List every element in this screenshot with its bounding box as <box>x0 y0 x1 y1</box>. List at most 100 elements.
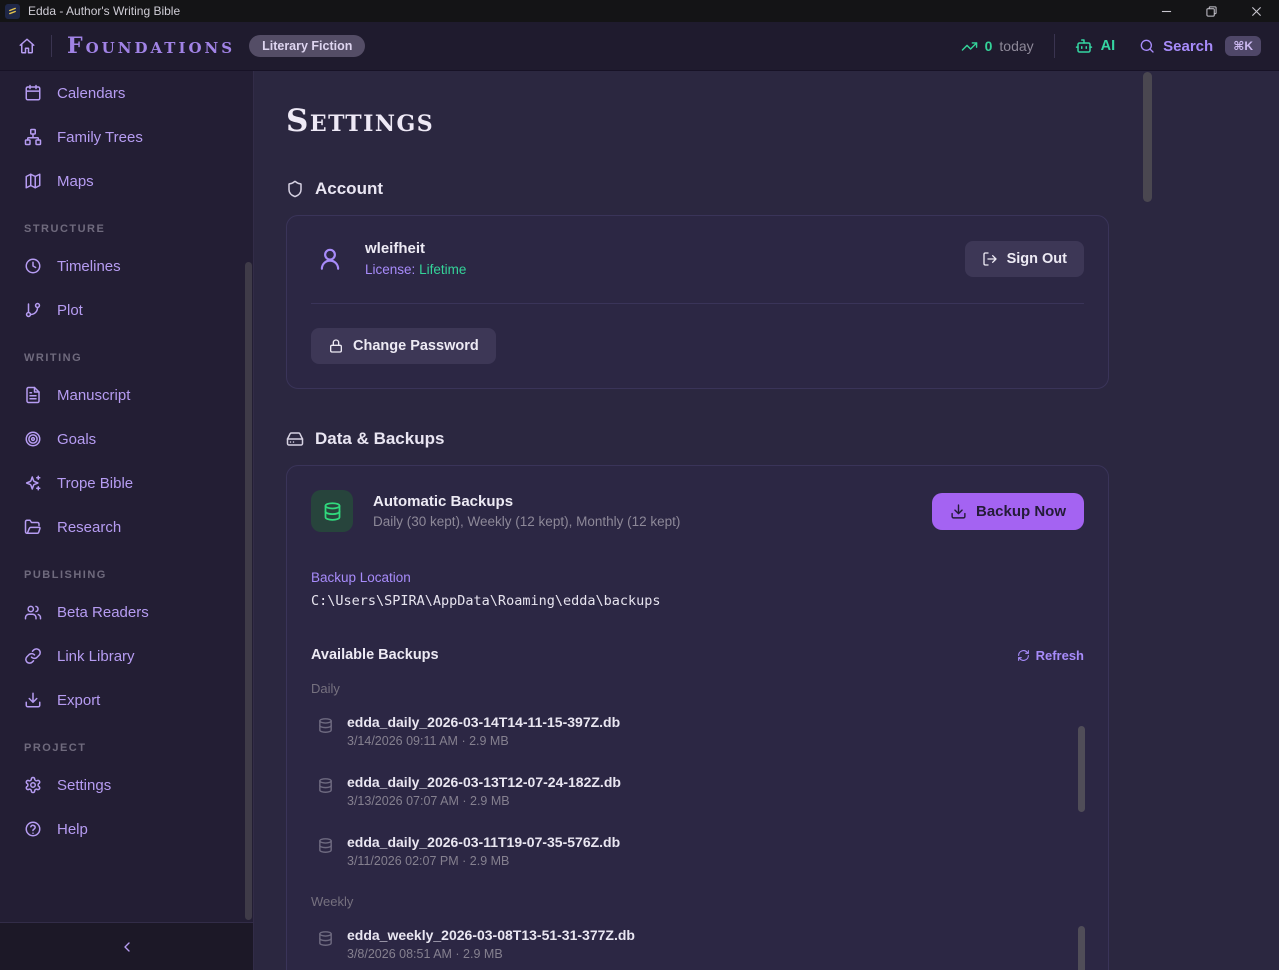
database-icon <box>317 930 334 947</box>
backup-file-meta: 3/14/2026 09:11 AM · 2.9 MB <box>347 734 620 748</box>
change-password-label: Change Password <box>353 338 479 354</box>
backups-card: Automatic Backups Daily (30 kept), Weekl… <box>286 465 1109 970</box>
titlebar: Edda - Author's Writing Bible <box>0 0 1279 22</box>
auto-backups-title: Automatic Backups <box>373 493 680 510</box>
backup-group: Weekly edda_weekly_2026-03-08T13-51-31-3… <box>311 894 1084 969</box>
refresh-label: Refresh <box>1036 648 1084 663</box>
backup-location-path: C:\Users\SPIRA\AppData\Roaming\edda\back… <box>311 593 1084 609</box>
app-header: Foundations Literary Fiction 0 today AI … <box>0 22 1279 71</box>
sidebar-item-research[interactable]: Research <box>10 509 243 545</box>
header-divider <box>51 35 52 57</box>
card-divider <box>311 303 1084 304</box>
sidebar-item-settings[interactable]: Settings <box>10 767 243 803</box>
network-icon <box>24 128 42 146</box>
sidebar-group-label: Writing <box>24 352 253 364</box>
sidebar-group-label: Project <box>24 742 253 754</box>
sidebar-item-help[interactable]: Help <box>10 811 243 847</box>
sidebar-group: Structure Timelines Plot <box>0 223 253 328</box>
backup-file-name: edda_daily_2026-03-14T14-11-15-397Z.db <box>347 714 620 730</box>
backup-group-label: Daily <box>311 681 1084 696</box>
license-line: License: Lifetime <box>365 262 466 277</box>
clock-icon <box>24 257 42 275</box>
project-badge[interactable]: Literary Fiction <box>249 35 365 57</box>
header-divider <box>1054 34 1055 58</box>
backup-item[interactable]: edda_daily_2026-03-13T12-07-24-182Z.db 3… <box>311 772 1084 816</box>
users-icon <box>24 603 42 621</box>
backup-group-label: Weekly <box>311 894 1084 909</box>
backup-group: Daily edda_daily_2026-03-14T14-11-15-397… <box>311 681 1084 876</box>
sidebar-group-label: Structure <box>24 223 253 235</box>
database-icon <box>317 837 334 854</box>
backup-location-label: Backup Location <box>311 570 1084 585</box>
window-title: Edda - Author's Writing Bible <box>28 4 180 18</box>
backup-item[interactable]: edda_daily_2026-03-11T19-07-35-576Z.db 3… <box>311 832 1084 876</box>
search-shortcut-badge: ⌘K <box>1225 36 1261 56</box>
sidebar-item-trope-bible[interactable]: Trope Bible <box>10 465 243 501</box>
sign-out-label: Sign Out <box>1007 251 1067 267</box>
settings-icon <box>24 776 42 794</box>
link-icon <box>24 647 42 665</box>
sidebar-group: Project Settings Help <box>0 742 253 847</box>
main-scrollbar[interactable] <box>1143 72 1152 202</box>
sidebar: Calendars Family Trees Maps Structure Ti… <box>0 71 254 970</box>
username: wleifheit <box>365 240 466 257</box>
backup-file-meta: 3/13/2026 07:07 AM · 2.9 MB <box>347 794 621 808</box>
folder-open-icon <box>24 518 42 536</box>
sidebar-item-export[interactable]: Export <box>10 682 243 718</box>
sidebar-group: Calendars Family Trees Maps <box>0 75 253 199</box>
database-icon <box>317 717 334 734</box>
restore-icon[interactable] <box>1189 0 1234 22</box>
help-circle-icon <box>24 820 42 838</box>
backup-now-label: Backup Now <box>976 503 1066 520</box>
home-icon[interactable] <box>18 37 36 55</box>
auto-backups-subtitle: Daily (30 kept), Weekly (12 kept), Month… <box>373 514 680 529</box>
lock-icon <box>328 338 344 354</box>
page-title: Settings <box>286 103 1279 139</box>
sidebar-collapse-button[interactable] <box>0 922 253 970</box>
sign-out-button[interactable]: Sign Out <box>965 241 1084 277</box>
sidebar-item-timelines[interactable]: Timelines <box>10 248 243 284</box>
shield-icon <box>286 180 304 198</box>
license-value: Lifetime <box>419 262 466 277</box>
sidebar-item-calendars[interactable]: Calendars <box>10 75 243 111</box>
sidebar-item-goals[interactable]: Goals <box>10 421 243 457</box>
search-button-label: Search <box>1163 38 1213 55</box>
daily-list-scrollbar[interactable] <box>1078 726 1085 812</box>
words-today-count: 0 <box>985 38 993 54</box>
close-icon[interactable] <box>1234 0 1279 22</box>
sidebar-item-plot[interactable]: Plot <box>10 292 243 328</box>
hard-drive-icon <box>286 430 304 448</box>
log-out-icon <box>982 251 998 267</box>
backup-now-button[interactable]: Backup Now <box>932 493 1084 530</box>
backup-file-meta: 3/8/2026 08:51 AM · 2.9 MB <box>347 947 635 961</box>
database-tile <box>311 490 353 532</box>
refresh-icon <box>1017 649 1030 662</box>
sidebar-item-manuscript[interactable]: Manuscript <box>10 377 243 413</box>
database-icon <box>317 777 334 794</box>
words-today-label: today <box>999 38 1033 54</box>
backup-item[interactable]: edda_weekly_2026-03-08T13-51-31-377Z.db … <box>311 925 1084 969</box>
refresh-button[interactable]: Refresh <box>1017 648 1084 663</box>
backups-section-header: Data & Backups <box>286 429 1279 449</box>
sidebar-scrollbar[interactable] <box>245 262 252 920</box>
sidebar-item-beta-readers[interactable]: Beta Readers <box>10 594 243 630</box>
sidebar-group-label: Publishing <box>24 569 253 581</box>
user-icon <box>317 246 343 272</box>
change-password-button[interactable]: Change Password <box>311 328 496 364</box>
sidebar-item-maps[interactable]: Maps <box>10 163 243 199</box>
account-section-title: Account <box>315 179 383 199</box>
git-branch-icon <box>24 301 42 319</box>
chevron-left-icon <box>119 939 135 955</box>
map-icon <box>24 172 42 190</box>
ai-button[interactable]: AI <box>1075 37 1116 55</box>
search-button[interactable]: Search ⌘K <box>1139 36 1261 56</box>
minimize-icon[interactable] <box>1144 0 1189 22</box>
settings-page: Settings Account wleifheit License: Life… <box>254 71 1279 970</box>
calendar-icon <box>24 84 42 102</box>
weekly-list-scrollbar[interactable] <box>1078 926 1085 970</box>
account-card: wleifheit License: Lifetime Sign Out Cha… <box>286 215 1109 389</box>
backup-item[interactable]: edda_daily_2026-03-14T14-11-15-397Z.db 3… <box>311 712 1084 756</box>
sidebar-item-link-library[interactable]: Link Library <box>10 638 243 674</box>
backup-file-name: edda_weekly_2026-03-08T13-51-31-377Z.db <box>347 927 635 943</box>
sidebar-item-family-trees[interactable]: Family Trees <box>10 119 243 155</box>
